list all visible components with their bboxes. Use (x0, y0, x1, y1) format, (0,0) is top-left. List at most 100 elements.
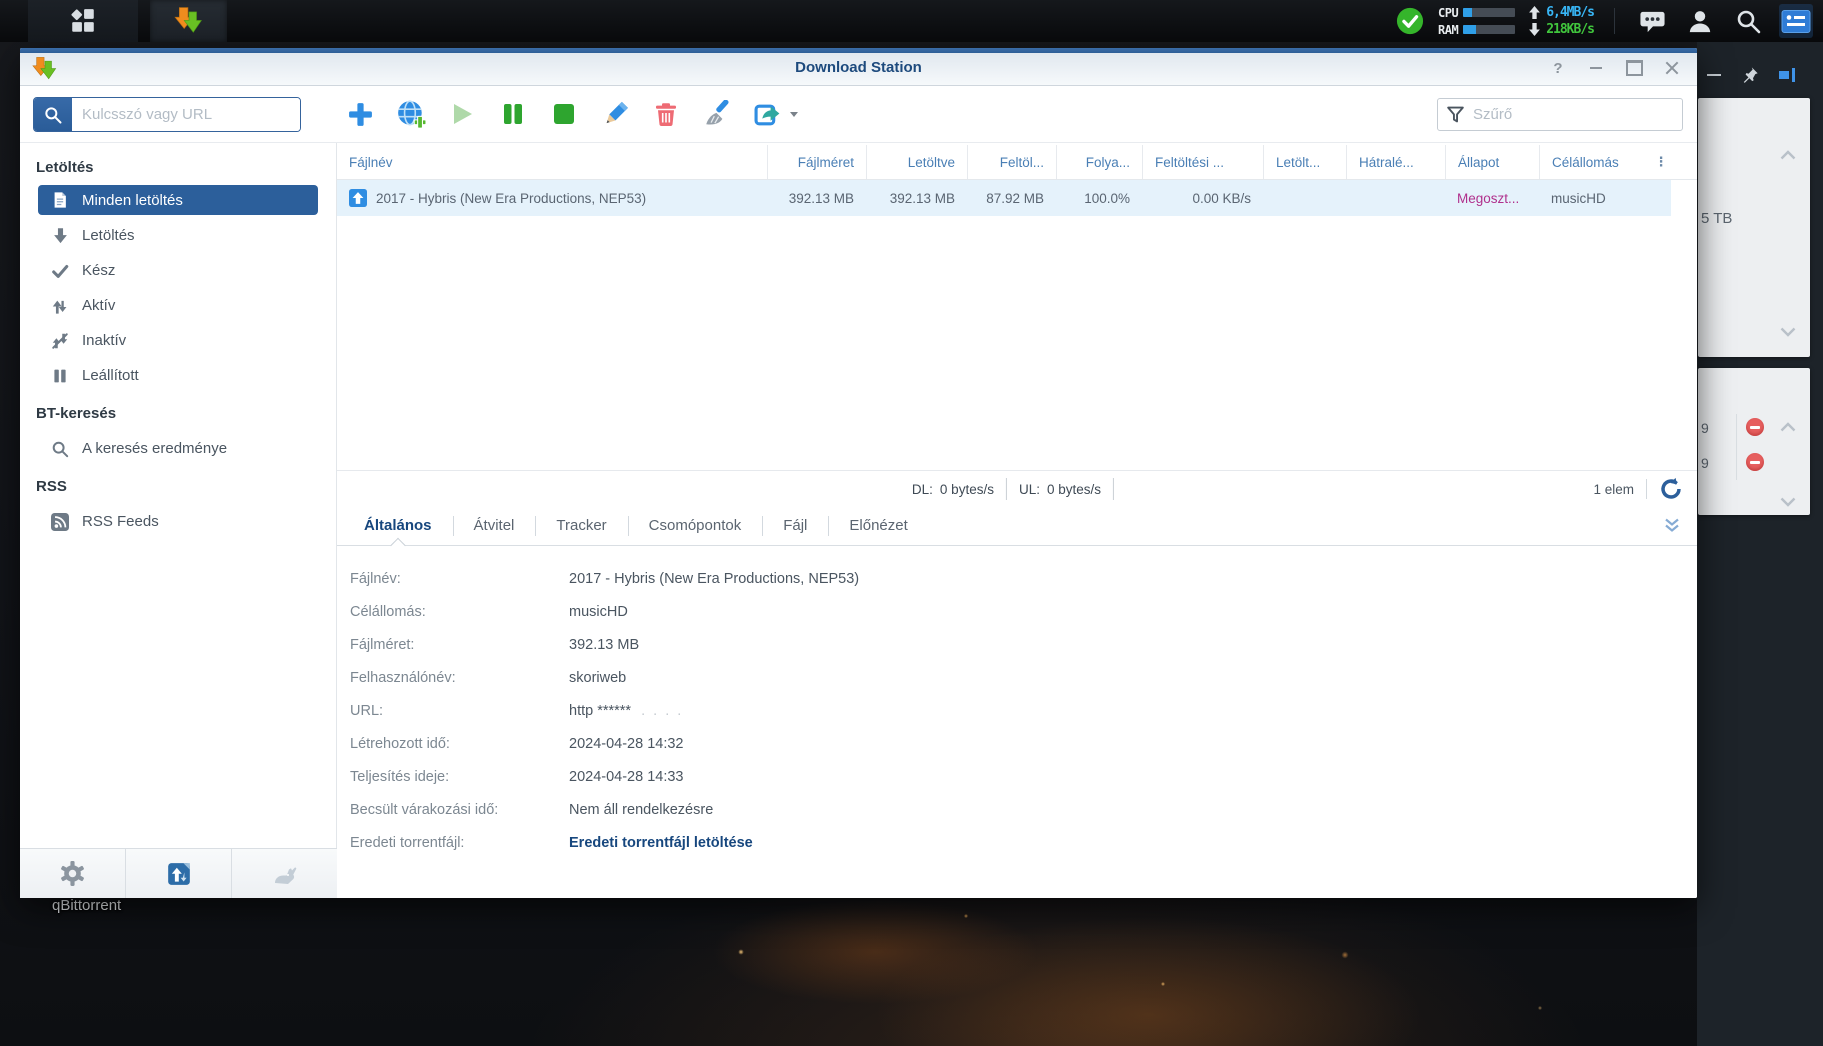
taskbar-separator (1614, 8, 1615, 34)
widgets-panel-button[interactable] (1779, 4, 1813, 38)
plus-icon (347, 101, 374, 128)
clear-completed-button[interactable] (702, 99, 732, 129)
storage-widget-card: 5 TB (1698, 98, 1810, 357)
tab-peers[interactable]: Csomópontok (628, 506, 763, 545)
main-menu-button[interactable] (28, 0, 138, 42)
panel-minimize-icon[interactable] (1707, 74, 1721, 76)
collapse-details-button[interactable] (1663, 516, 1683, 536)
help-button[interactable]: ? (1547, 57, 1569, 79)
torrent-size-cell: 392.13 MB (767, 180, 866, 216)
add-download-button[interactable] (345, 99, 375, 129)
chevron-down-icon[interactable] (1780, 327, 1796, 337)
sidebar-item-all-downloads[interactable]: Minden letöltés (38, 185, 318, 215)
rss-icon (50, 512, 70, 532)
notifications-button[interactable] (1635, 4, 1669, 38)
sidebar-item-stopped[interactable]: Leállított (20, 358, 336, 393)
cpu-bar (1463, 8, 1515, 17)
share-button[interactable] (753, 99, 783, 129)
panel-layout-icon[interactable] (1779, 68, 1797, 82)
sidebar-item-label: Letöltés (82, 227, 135, 244)
torrent-upload-speed-cell: 0.00 KB/s (1142, 180, 1263, 216)
search-button[interactable] (1731, 4, 1765, 38)
double-chevron-down-icon (1663, 516, 1681, 534)
sidebar-item-downloading[interactable]: Letöltés (20, 218, 336, 253)
column-header-time-left[interactable]: Hátralé... (1346, 145, 1445, 179)
block-connection-button[interactable] (1746, 418, 1764, 436)
broom-icon (703, 100, 731, 128)
torrent-name-cell: 2017 - Hybris (New Era Productions, NEP5… (337, 180, 767, 216)
block-connection-button[interactable] (1746, 453, 1764, 471)
download-station-window: Download Station ? (20, 48, 1697, 898)
resource-monitor[interactable]: CPU RAM (1438, 6, 1515, 37)
sidebar-item-search-results[interactable]: A keresés eredménye (20, 431, 336, 466)
delete-button[interactable] (651, 99, 681, 129)
column-header-downloaded[interactable]: Letöltve (866, 145, 967, 179)
maximize-button[interactable] (1623, 57, 1645, 79)
stop-button[interactable] (549, 99, 579, 129)
column-menu-button[interactable]: ⋮ (1651, 145, 1671, 179)
chevron-down-icon[interactable] (1780, 497, 1796, 507)
download-arrow-icon (50, 226, 70, 246)
person-icon (1687, 8, 1713, 34)
column-header-filesize[interactable]: Fájlméret (767, 145, 866, 179)
statusbar-divider (1006, 478, 1007, 500)
tab-tracker[interactable]: Tracker (535, 506, 627, 545)
user-account-button[interactable] (1683, 4, 1717, 38)
stop-icon (551, 101, 577, 127)
detail-row: Teljesítés ideje: 2024-04-28 14:33 (337, 760, 1697, 793)
tab-transfer[interactable]: Átvitel (453, 506, 536, 545)
edit-button[interactable] (600, 99, 630, 129)
sidebar-item-inactive[interactable]: Inaktív (20, 323, 336, 358)
search-input[interactable] (72, 98, 300, 131)
sidebar-section-bt-search: BT-keresés (36, 403, 320, 425)
transfer-rates: DL: 0 bytes/s UL: 0 bytes/s (912, 471, 1114, 507)
sidebar-item-completed[interactable]: Kész (20, 253, 336, 288)
desktop-shortcut-label[interactable]: qBittorrent (52, 897, 121, 914)
column-header-download-speed[interactable]: Letölt... (1263, 145, 1346, 179)
sidebar-item-label: Inaktív (82, 332, 126, 349)
taskbar-download-station-button[interactable] (150, 0, 227, 42)
close-button[interactable] (1661, 57, 1683, 79)
refresh-icon (1659, 477, 1683, 501)
widget-panel: 5 TB 9 9 (1697, 42, 1823, 1046)
connections-widget-card: 9 9 (1698, 368, 1810, 515)
column-header-destination[interactable]: Célállomás (1539, 145, 1651, 179)
settings-button[interactable] (20, 849, 125, 898)
resume-button[interactable] (447, 99, 477, 129)
emule-button[interactable] (231, 849, 337, 898)
column-header-filename[interactable]: Fájlnév (337, 145, 767, 179)
widget-row-value: 9 (1701, 420, 1709, 436)
table-row[interactable]: 2017 - Hybris (New Era Productions, NEP5… (337, 180, 1671, 216)
column-header-progress[interactable]: Folya... (1056, 145, 1142, 179)
crossed-arrows-icon (50, 331, 70, 351)
sidebar-item-active[interactable]: Aktív (20, 288, 336, 323)
share-dropdown-caret[interactable] (790, 112, 798, 121)
column-header-status[interactable]: Állapot (1445, 145, 1539, 179)
download-speed-value: 218KB/s (1546, 22, 1594, 37)
tab-general[interactable]: Általános (343, 506, 453, 545)
chevron-up-icon[interactable] (1780, 422, 1796, 432)
search-submit-button[interactable] (34, 98, 72, 131)
pause-icon (50, 366, 70, 386)
table-statusbar: DL: 0 bytes/s UL: 0 bytes/s 1 elem (337, 470, 1697, 506)
share-icon (754, 100, 782, 128)
sidebar-item-rss-feeds[interactable]: RSS Feeds (20, 504, 336, 539)
filter-input[interactable] (1473, 106, 1674, 123)
chevron-up-icon[interactable] (1780, 150, 1796, 160)
add-url-button[interactable] (396, 99, 426, 129)
tab-preview[interactable]: Előnézet (828, 506, 928, 545)
column-header-upload-speed[interactable]: Feltöltési ... (1142, 145, 1263, 179)
details-pane: Fájlnév: 2017 - Hybris (New Era Producti… (337, 562, 1697, 898)
bt-settings-button[interactable] (125, 849, 231, 898)
pause-button[interactable] (498, 99, 528, 129)
item-count: 1 elem (1593, 482, 1634, 497)
column-header-uploaded[interactable]: Feltöl... (967, 145, 1056, 179)
minimize-button[interactable] (1585, 57, 1607, 79)
torrent-progress-cell: 100.0% (1056, 180, 1142, 216)
system-health-icon[interactable] (1396, 7, 1424, 35)
tab-file[interactable]: Fájl (762, 506, 828, 545)
refresh-button[interactable] (1659, 477, 1683, 501)
download-original-torrent-link[interactable]: Eredeti torrentfájl letöltése (569, 835, 753, 851)
pin-icon[interactable] (1741, 66, 1759, 84)
window-titlebar[interactable]: Download Station ? (20, 48, 1697, 86)
